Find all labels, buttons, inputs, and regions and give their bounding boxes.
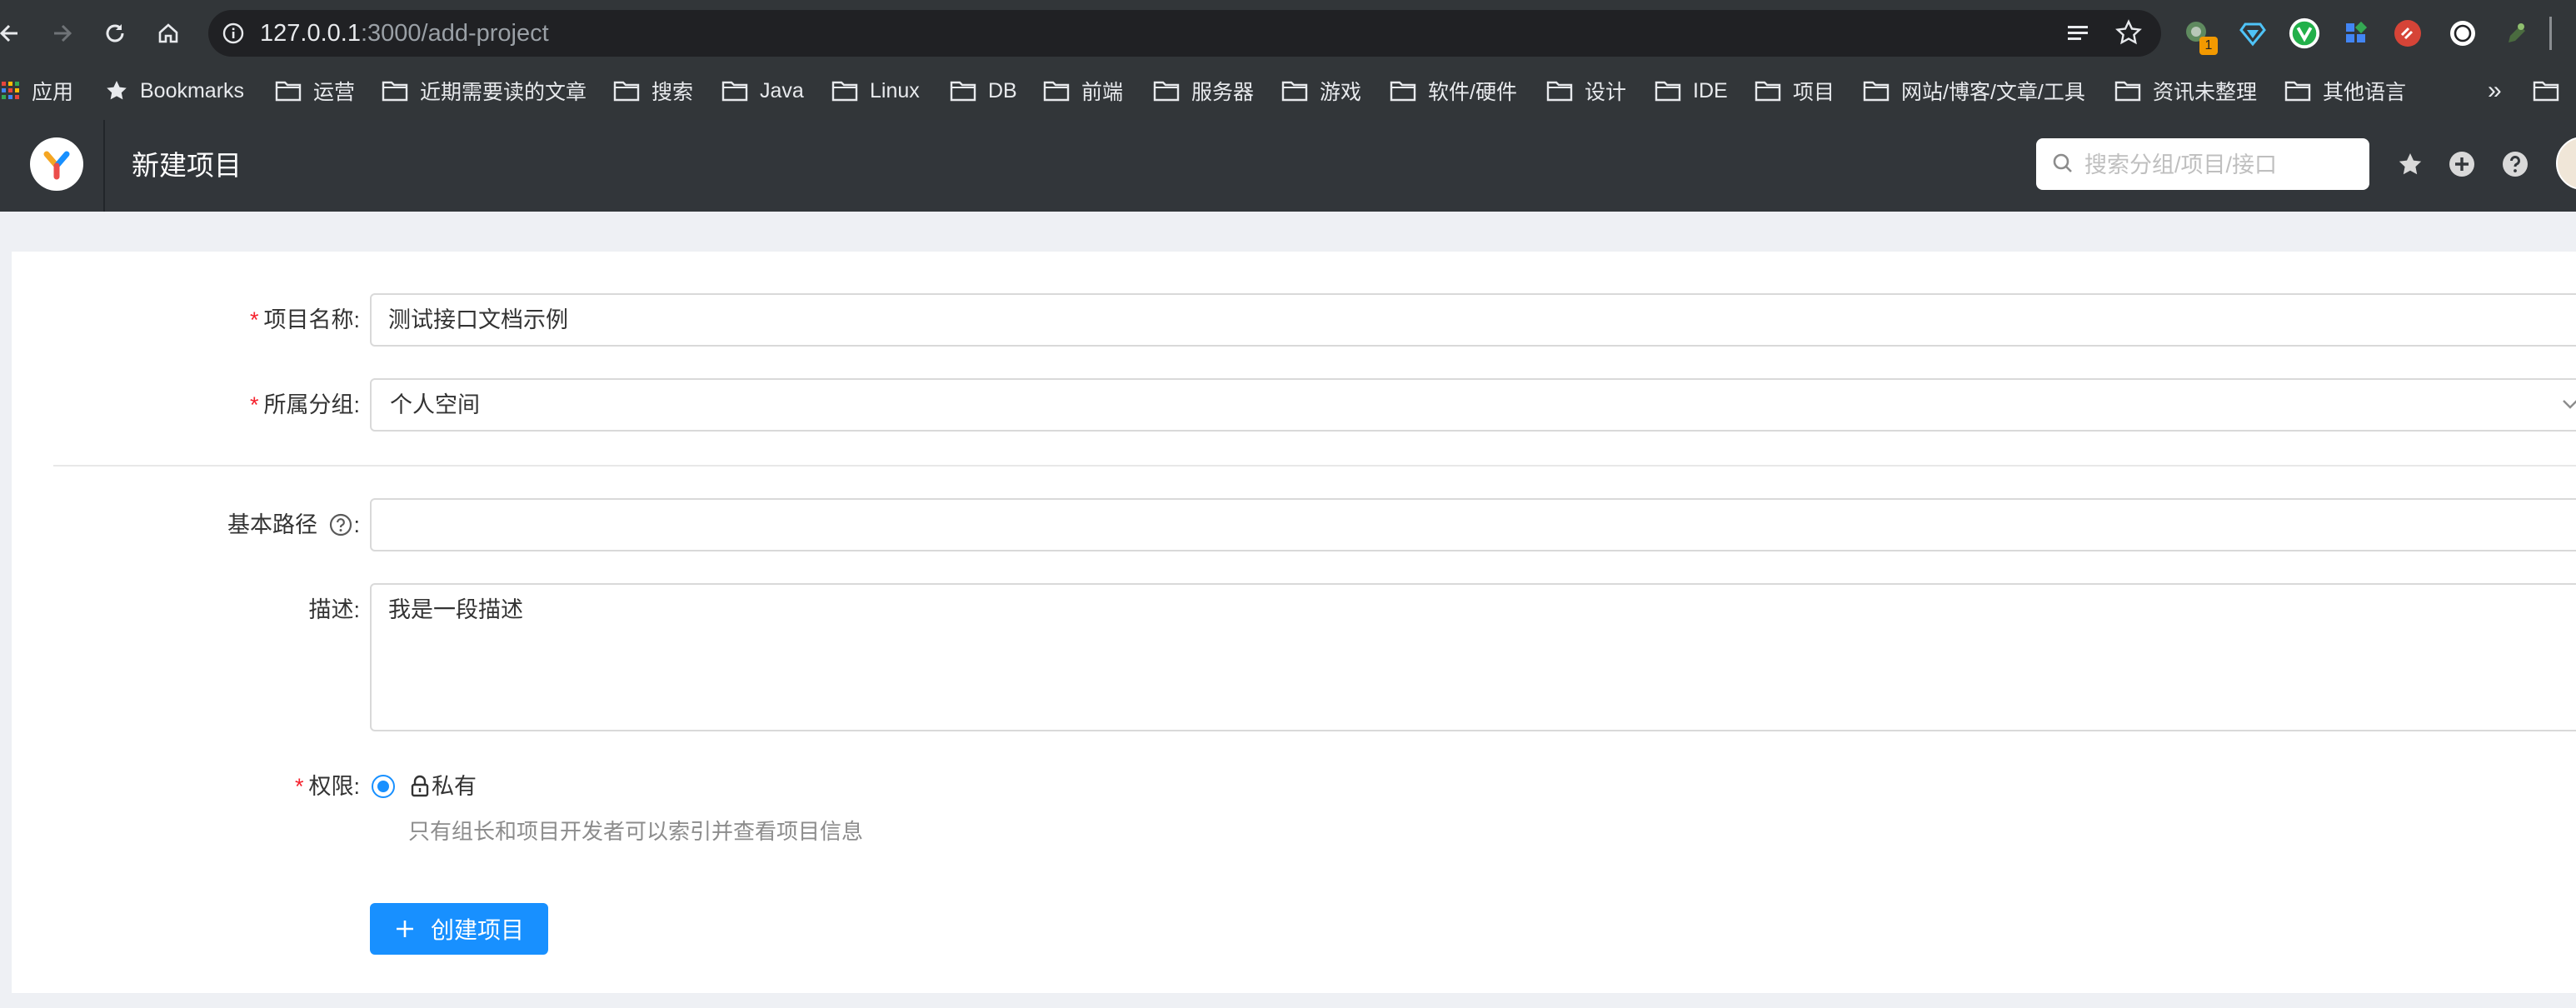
extension-face-icon[interactable] [2446,17,2479,50]
project-name-input[interactable] [370,293,2576,347]
private-radio[interactable] [372,775,395,798]
bookmark-folder-15[interactable]: 资讯未整理 [2114,72,2257,110]
folder-icon [950,81,976,102]
bookmark-folder-12[interactable]: IDE [1655,72,1728,110]
forward-arrow-icon [54,24,72,42]
folder-icon [275,81,302,102]
bookmark-folder-2[interactable]: 近期需要读的文章 [382,72,587,110]
search-input[interactable] [2083,147,2361,183]
plus-icon [396,921,413,937]
bookmark-folder-11[interactable]: 设计 [1546,72,1626,110]
basepath-input[interactable] [370,498,2576,551]
extension-red-icon[interactable] [2391,17,2424,50]
folder-icon [382,81,408,102]
bookmark-folder-6[interactable]: DB [950,72,1017,110]
bookmark-folder-9[interactable]: 游戏 [1281,72,1361,110]
page-title: 新建项目 [132,150,242,181]
group-select-value: 个人空间 [390,392,480,417]
folder-icon [2533,81,2559,102]
bookmark-folder-14[interactable]: 网站/博客/文章/工具 [1863,72,2085,110]
extension-badge: 1 [2199,37,2218,55]
permission-label: * 权限: [294,774,360,799]
extension-blocks-icon[interactable] [2339,17,2373,50]
reading-list-icon[interactable] [2064,20,2091,51]
folder-icon [831,81,858,102]
form-divider [53,465,2576,467]
permission-hint: 只有组长和项目开发者可以索引并查看项目信息 [408,819,864,844]
url-text: 127.0.0.1:3000/add-project [260,20,549,47]
home-button[interactable] [150,15,187,52]
reload-button[interactable] [97,15,133,52]
extension-diamond-icon[interactable] [2236,17,2269,50]
bookmarks-overflow-button[interactable]: » [2488,72,2502,110]
group-select[interactable] [370,378,2576,432]
bookmark-star-icon[interactable] [2114,18,2143,51]
chevron-down-icon [2561,397,2576,416]
bookmark-folder-8[interactable]: 服务器 [1153,72,1254,110]
back-arrow-icon [0,24,17,42]
bookmark-apps[interactable]: 应用 [2,72,73,110]
other-bookmarks-folder[interactable] [2533,72,2571,110]
add-project-icon[interactable] [2446,148,2478,180]
folder-icon [613,81,640,102]
bookmark-bookmarks[interactable]: Bookmarks [105,72,244,110]
folder-icon [1655,81,1681,102]
folder-icon [1863,81,1890,102]
question-circle-icon [330,513,352,536]
project-name-label: * 项目名称: [249,307,360,332]
folder-icon [1755,81,1781,102]
private-option-label[interactable]: 私有 [432,770,477,803]
bookmark-folder-10[interactable]: 软件/硬件 [1390,72,1517,110]
extension-pen-icon[interactable] [2498,17,2531,50]
folder-icon [1281,81,1308,102]
group-label: * 所属分组: [249,392,360,417]
bookmark-folder-16[interactable]: 其他语言 [2284,72,2406,110]
folder-icon [1153,81,1180,102]
bookmark-folder-4[interactable]: Java [721,72,804,110]
extension-vue-icon[interactable] [2288,17,2321,50]
lock-icon [410,775,430,802]
folder-icon [721,81,748,102]
app-logo[interactable] [30,137,83,191]
bookmark-folder-13[interactable]: 项目 [1755,72,1835,110]
star-icon [107,81,127,100]
folder-icon [1390,81,1416,102]
favorites-star-icon[interactable] [2394,148,2426,180]
bookmark-folder-3[interactable]: 搜索 [613,72,693,110]
folder-icon [1043,81,1070,102]
forward-button[interactable] [43,15,80,52]
bookmark-folder-7[interactable]: 前端 [1043,72,1123,110]
project-name-value: 测试接口文档示例 [388,307,568,332]
toolbar-separator [2549,17,2552,50]
basepath-label: 基本路径 : [227,512,360,537]
radio-dot [377,781,389,792]
back-button[interactable] [0,15,28,52]
help-icon[interactable] [2499,148,2531,180]
home-icon [158,23,178,43]
bookmark-folder-5[interactable]: Linux [831,72,920,110]
apps-grid-icon [2,82,19,99]
folder-icon [1546,81,1573,102]
folder-icon [2284,81,2311,102]
description-label: 描述: [308,597,360,622]
create-project-button[interactable]: 创建项目 [370,903,548,955]
description-textarea[interactable] [370,583,2576,731]
yapi-logo-icon [43,151,70,180]
header-divider [103,120,105,212]
description-value: 我是一段描述 [388,597,523,622]
folder-icon [2114,81,2141,102]
reload-icon [106,24,124,42]
search-icon [2051,152,2074,179]
site-info-icon[interactable] [222,22,245,49]
bookmark-folder-1[interactable]: 运营 [275,72,355,110]
